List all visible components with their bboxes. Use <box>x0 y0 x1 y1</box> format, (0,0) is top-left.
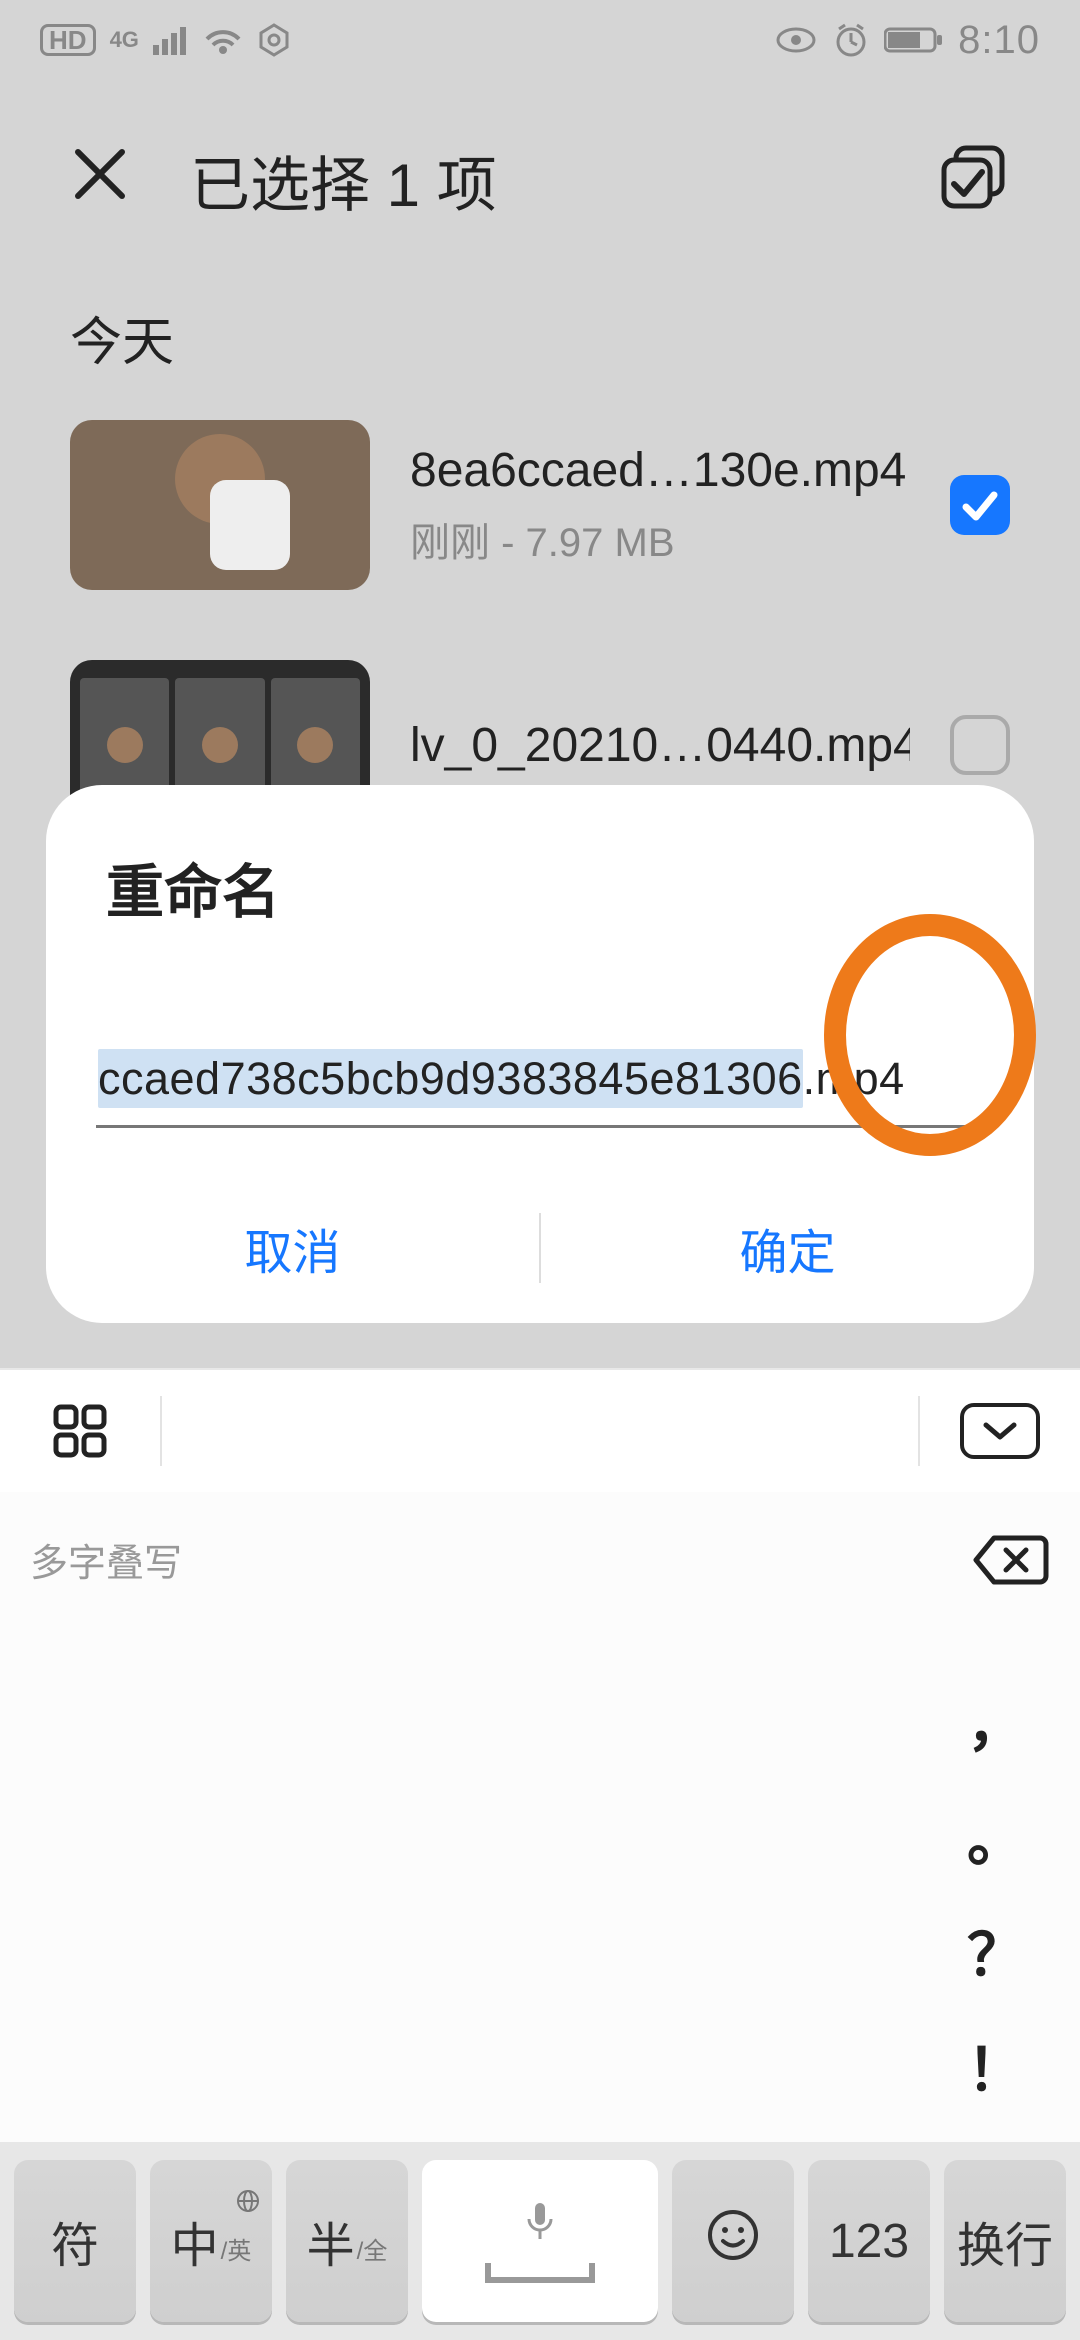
section-today: 今天 <box>70 300 174 375</box>
backspace-icon[interactable] <box>972 1532 1050 1593</box>
video-thumbnail[interactable] <box>70 420 370 590</box>
punct-key[interactable]: 。 <box>956 1793 1036 1877</box>
globe-icon <box>236 2170 260 2225</box>
status-bar: HD 4G 8:10 <box>0 0 1080 80</box>
wifi-icon <box>203 25 243 55</box>
emoji-key[interactable] <box>672 2160 794 2322</box>
handwriting-area[interactable]: 多字叠写 ， 。 ？ ！ <box>0 1492 1080 2142</box>
file-name: 8ea6ccaed…130e.mp4 <box>410 443 910 498</box>
space-voice-key[interactable] <box>422 2160 658 2322</box>
file-meta: 刚刚 - 7.97 MB <box>410 510 910 568</box>
close-icon[interactable] <box>70 140 130 220</box>
enter-key[interactable]: 换行 <box>944 2160 1066 2322</box>
ok-button[interactable]: 确定 <box>541 1213 1034 1283</box>
battery-icon <box>884 25 944 55</box>
rename-dialog: 重命名 ccaed738c5bcb9d9383845e81306.mp4 取消 … <box>46 785 1034 1323</box>
eye-icon <box>774 25 818 55</box>
selected-text[interactable]: ccaed738c5bcb9d9383845e81306 <box>98 1049 803 1108</box>
handwriting-hint: 多字叠写 <box>30 1532 182 1587</box>
language-key[interactable]: 中/英 <box>150 2160 272 2322</box>
space-bar-icon <box>485 2263 595 2283</box>
punct-key[interactable]: ！ <box>956 2023 1036 2107</box>
file-ext: .mp4 <box>803 1053 905 1104</box>
alarm-icon <box>832 21 870 59</box>
checkbox-unchecked-icon[interactable] <box>950 715 1010 775</box>
dialog-title: 重命名 <box>106 845 984 929</box>
smile-icon <box>706 2208 760 2274</box>
clock-time: 8:10 <box>958 18 1040 63</box>
mic-icon <box>523 2199 557 2255</box>
signal-icon <box>153 25 189 55</box>
punct-key[interactable]: ？ <box>956 1908 1036 1992</box>
punct-key[interactable]: ， <box>956 1678 1036 1762</box>
select-all-icon[interactable] <box>938 142 1010 219</box>
page-title: 已选择 1 项 <box>190 137 938 224</box>
hd-badge: HD <box>40 24 96 56</box>
symbol-key[interactable]: 符 <box>14 2160 136 2322</box>
collapse-keyboard-icon[interactable] <box>920 1403 1080 1459</box>
app-header: 已选择 1 项 <box>0 110 1080 250</box>
apps-grid-icon[interactable] <box>0 1403 160 1459</box>
hex-icon <box>257 23 291 57</box>
checkbox-checked-icon[interactable] <box>950 475 1010 535</box>
network-4g-label: 4G <box>110 27 139 53</box>
keyboard-bottom-row: 符 中/英 半/全 123 换行 <box>0 2142 1080 2340</box>
file-name: lv_0_20210…0440.mp4 <box>410 718 910 773</box>
width-key[interactable]: 半/全 <box>286 2160 408 2322</box>
cancel-button[interactable]: 取消 <box>46 1213 539 1283</box>
rename-input[interactable]: ccaed738c5bcb9d9383845e81306.mp4 <box>96 1039 984 1128</box>
keyboard-toolbar <box>0 1368 1080 1492</box>
file-row[interactable]: 8ea6ccaed…130e.mp4 刚刚 - 7.97 MB <box>70 420 1010 590</box>
numeric-key[interactable]: 123 <box>808 2160 930 2322</box>
